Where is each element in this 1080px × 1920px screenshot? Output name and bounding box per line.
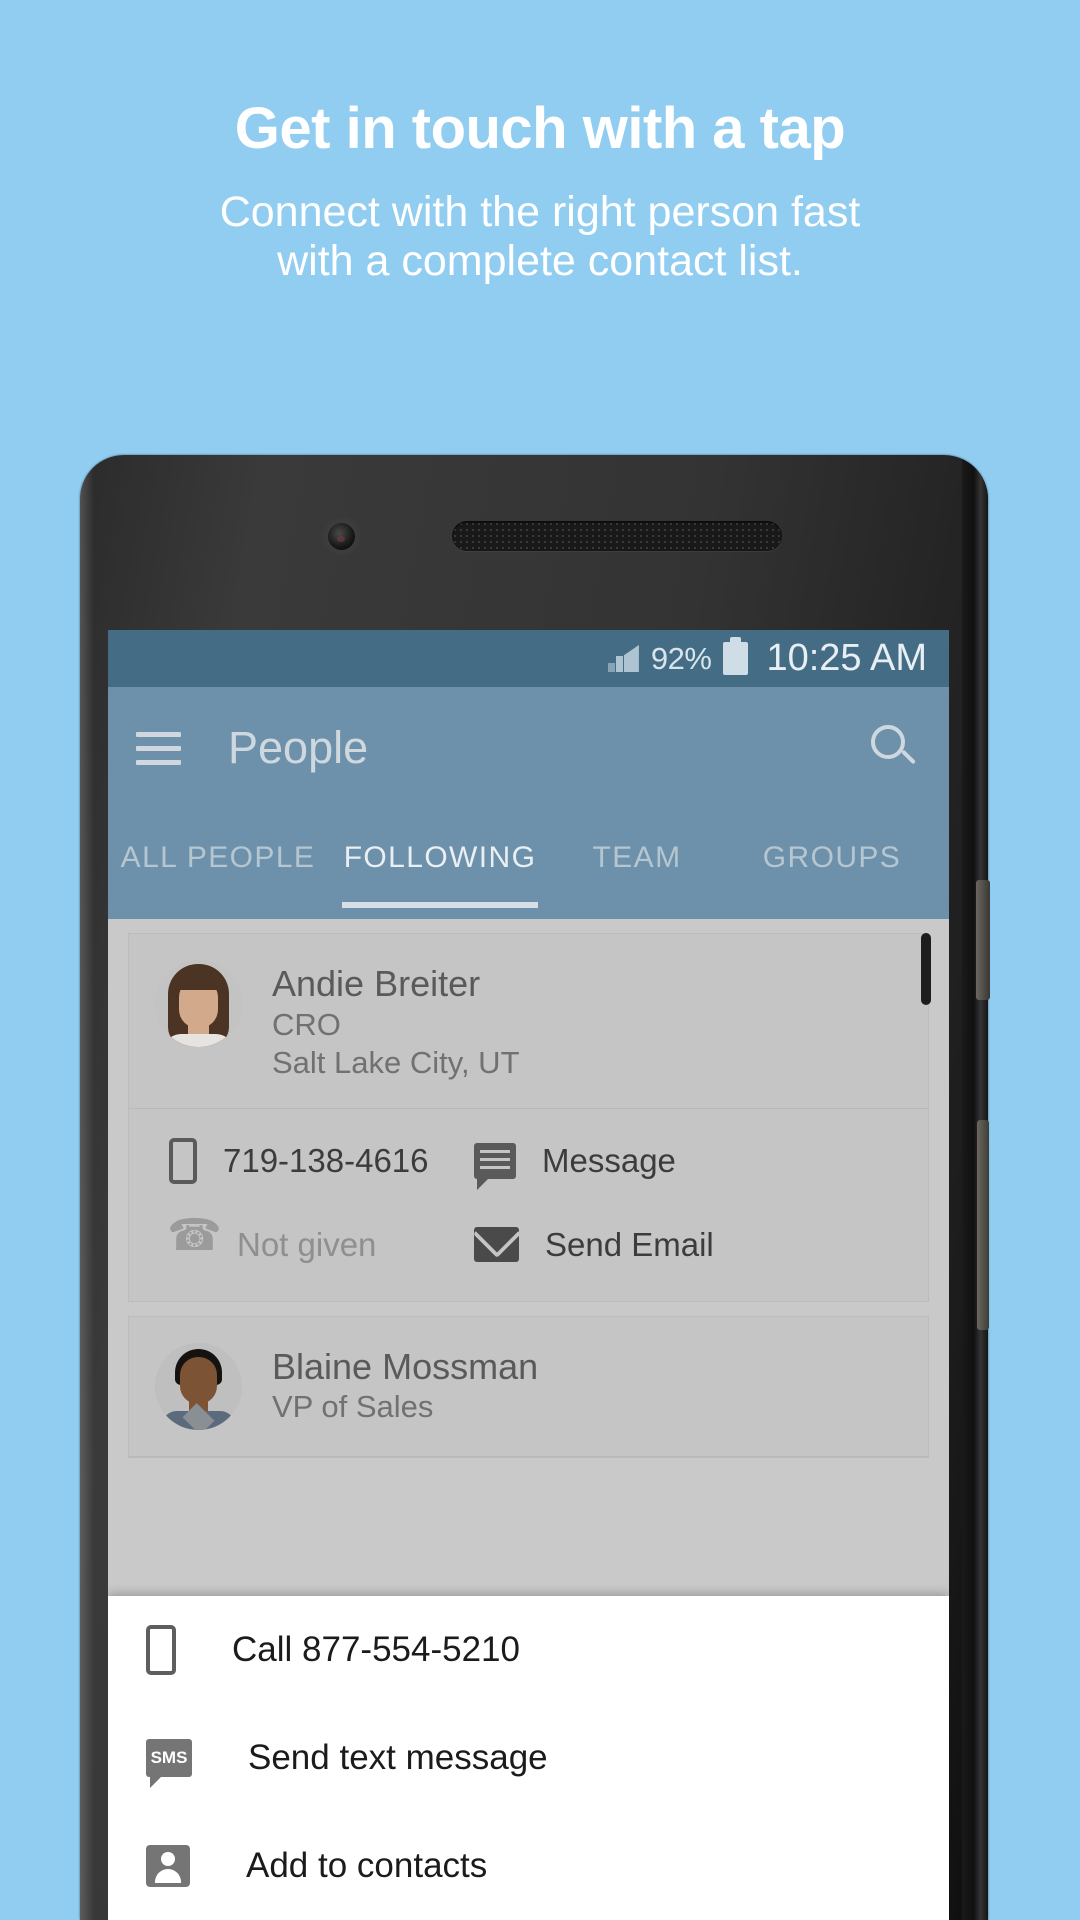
contact-action-row: Not given Send Email: [129, 1203, 928, 1287]
action-message[interactable]: Message: [474, 1141, 928, 1190]
mobile-phone-icon: [146, 1625, 176, 1675]
page-title: People: [228, 722, 369, 773]
promo-title: Get in touch with a tap: [234, 96, 846, 161]
tab-groups[interactable]: GROUPS: [722, 831, 942, 875]
contact-role: CRO: [272, 1006, 341, 1042]
action-label: Send Email: [545, 1225, 714, 1263]
contact-role: VP of Sales: [272, 1389, 434, 1425]
sheet-item-call[interactable]: Call 877-554-5210: [108, 1596, 949, 1704]
promo-subtitle-line-2: with a complete contact list.: [277, 236, 803, 285]
contact-name: Andie Breiter: [272, 963, 481, 1004]
contact-card[interactable]: Andie Breiter CRO Salt Lake City, UT 719…: [128, 933, 929, 1302]
sheet-item-label: Add to contacts: [246, 1846, 488, 1885]
status-bar-clock: 10:25 AM: [766, 637, 927, 679]
search-icon-ring: [871, 725, 905, 759]
search-icon[interactable]: [869, 724, 917, 772]
tab-bar: ALL PEOPLE FOLLOWING TEAM GROUPS: [108, 809, 949, 919]
battery-icon: [723, 637, 749, 675]
contact-header[interactable]: Blaine Mossman VP of Sales: [129, 1317, 928, 1457]
tab-all-people[interactable]: ALL PEOPLE: [108, 831, 328, 875]
tab-following[interactable]: FOLLOWING: [328, 831, 552, 908]
contact-card[interactable]: Blaine Mossman VP of Sales: [128, 1315, 929, 1458]
sheet-item-label: Send text message: [248, 1738, 548, 1777]
power-button[interactable]: [976, 880, 990, 1000]
contact-action-row: 719-138-4616 Message: [129, 1119, 928, 1203]
contact-location: Salt Lake City, UT: [272, 1044, 520, 1080]
handset-phone-icon: [169, 1224, 211, 1266]
avatar: [155, 960, 242, 1047]
volume-rocker-button[interactable]: [977, 1120, 989, 1330]
contact-name: Blaine Mossman: [272, 1345, 539, 1387]
signal-bars-icon: [607, 645, 639, 672]
sheet-item-send-text[interactable]: SMS Send text message: [108, 1704, 949, 1812]
sms-icon: SMS: [146, 1739, 192, 1788]
contact-header[interactable]: Andie Breiter CRO Salt Lake City, UT: [129, 934, 928, 1109]
action-call-office[interactable]: Not given: [129, 1224, 474, 1266]
bottom-sheet-menu: Call 877-554-5210 SMS Send text message …: [108, 1596, 949, 1920]
envelope-icon: [474, 1227, 519, 1263]
action-call-mobile[interactable]: 719-138-4616: [129, 1137, 474, 1184]
add-contact-icon: [146, 1845, 190, 1887]
front-camera-icon: [328, 523, 355, 550]
earpiece-speaker: [452, 521, 782, 551]
hamburger-menu-icon[interactable]: [136, 731, 181, 765]
phone-screen: 92% 10:25 AM People ALL PEOPLE FOLLOWING…: [108, 630, 949, 1920]
search-icon-handle: [901, 749, 916, 765]
mobile-phone-icon: [169, 1137, 197, 1184]
status-bar: 92% 10:25 AM: [108, 630, 949, 687]
sheet-item-label: Call 877-554-5210: [232, 1630, 520, 1669]
action-label: Message: [542, 1141, 676, 1179]
promo-subtitle-line-1: Connect with the right person fast: [219, 188, 861, 236]
promo-subtitle: Connect with the right person fast with …: [0, 158, 1080, 285]
sheet-item-add-contact[interactable]: Add to contacts: [108, 1812, 949, 1920]
avatar: [155, 1342, 242, 1430]
phone-device-mockup: 92% 10:25 AM People ALL PEOPLE FOLLOWING…: [80, 455, 990, 1920]
action-label: 719-138-4616: [223, 1141, 429, 1179]
contact-actions: 719-138-4616 Message Not given: [129, 1109, 928, 1301]
action-send-email[interactable]: Send Email: [474, 1226, 928, 1264]
message-bubble-icon: [474, 1142, 516, 1190]
tab-team[interactable]: TEAM: [552, 831, 722, 875]
avatar-male-illustration: [155, 1342, 242, 1430]
promo-banner: Get in touch with a tap Connect with the…: [0, 0, 1080, 360]
action-label: Not given: [237, 1225, 377, 1263]
contact-meta: Blaine Mossman VP of Sales: [272, 1343, 538, 1427]
avatar-female-illustration: [155, 960, 242, 1047]
battery-percent-label: 92%: [650, 640, 712, 676]
contact-meta: Andie Breiter CRO Salt Lake City, UT: [272, 960, 520, 1082]
contact-list[interactable]: Andie Breiter CRO Salt Lake City, UT 719…: [108, 919, 949, 1920]
app-bar: People: [108, 687, 949, 809]
scrollbar-thumb[interactable]: [921, 933, 931, 1005]
